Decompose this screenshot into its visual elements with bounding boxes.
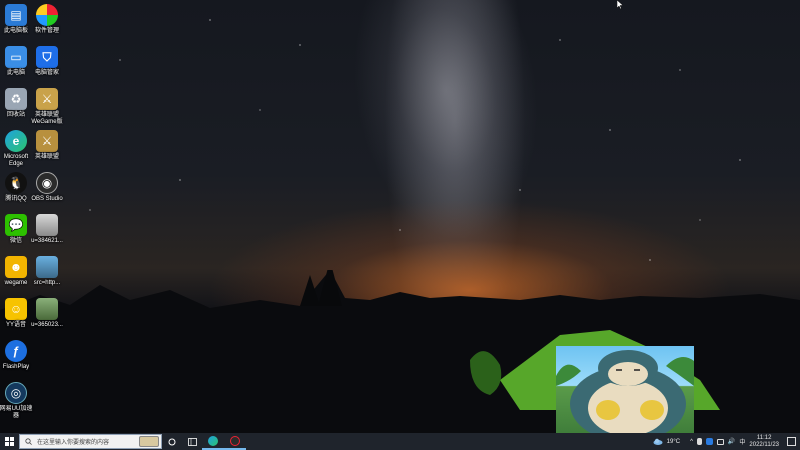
- qq-icon: 🐧: [5, 172, 27, 194]
- security-shield-icon[interactable]: [705, 438, 713, 445]
- mouse-cursor: [617, 0, 623, 9]
- snorlax-illustration: [556, 350, 694, 434]
- taskbar: 在这里输入你要搜索的内容 19°C ^ 🔊 中 11:12 2022/11/23: [0, 433, 800, 450]
- icon-label: u=384621...: [31, 238, 63, 244]
- image-file-icon: [36, 214, 58, 236]
- obs-icon: [230, 435, 240, 446]
- pip-video-overlay[interactable]: [556, 346, 694, 434]
- wegame-icon: ☻: [5, 256, 27, 278]
- start-button[interactable]: [0, 433, 19, 450]
- windows-logo-icon: [5, 437, 14, 446]
- clock-time: 11:12: [756, 434, 772, 441]
- clock-date: 2022/11/23: [749, 441, 779, 448]
- task-view-button[interactable]: [182, 433, 202, 450]
- desktop-icon-lol[interactable]: ⚔ 英雄联盟: [27, 130, 67, 170]
- speaker-icon[interactable]: 🔊: [728, 438, 735, 445]
- system-tray: 19°C ^ 🔊 中 11:12 2022/11/23: [653, 433, 800, 450]
- icon-label: 此电脑: [6, 70, 25, 76]
- control-panel-icon: ▤: [5, 4, 27, 26]
- image-file-icon: [36, 298, 58, 320]
- notification-center-icon[interactable]: [787, 437, 796, 446]
- obs-icon: ◉: [36, 172, 58, 194]
- icon-label: 电脑管家: [34, 70, 59, 76]
- desktop-icon-lol-wegame[interactable]: ⚔ 英雄联盟 WeGame版: [27, 88, 67, 128]
- icon-label: 此电脑板: [3, 28, 28, 34]
- desktop-icon-software-manager[interactable]: 软件管理: [27, 4, 67, 44]
- uu-booster-icon: ◎: [5, 382, 27, 404]
- network-icon[interactable]: [716, 438, 724, 445]
- flash-icon: ƒ: [5, 340, 27, 362]
- desktop-icon-flashplay[interactable]: ƒ FlashPlay: [0, 340, 36, 380]
- icon-label: 英雄联盟: [34, 154, 59, 160]
- weather-cloud-icon[interactable]: [653, 438, 663, 445]
- icon-label: OBS Studio: [31, 196, 63, 202]
- search-icon: [25, 438, 32, 445]
- desktop-icon-image-file-2[interactable]: src=http...: [27, 256, 67, 296]
- wechat-icon: 💬: [5, 214, 27, 236]
- pc-manager-icon: ⛉: [36, 46, 58, 68]
- cortana-icon: [168, 438, 176, 445]
- taskbar-obs[interactable]: [224, 433, 246, 450]
- desktop-icon-pc-manager[interactable]: ⛉ 电脑管家: [27, 46, 67, 86]
- cortana-button[interactable]: [162, 433, 182, 450]
- clock[interactable]: 11:12 2022/11/23: [749, 435, 779, 449]
- search-highlight-icon: [139, 436, 159, 447]
- icon-label: 软件管理: [34, 28, 59, 34]
- show-hidden-icons-chevron-icon[interactable]: ^: [690, 439, 693, 445]
- this-pc-icon: ▭: [5, 46, 27, 68]
- icon-label: u=365023...: [31, 322, 63, 328]
- recycle-bin-icon: ♻: [5, 88, 27, 110]
- icon-label: FlashPlay: [2, 364, 30, 370]
- task-view-icon: [187, 437, 197, 446]
- weather-temperature[interactable]: 19°C: [667, 439, 680, 445]
- desktop-icon-image-file-1[interactable]: u=384621...: [27, 214, 67, 254]
- desktop-icon-image-file-3[interactable]: u=365023...: [27, 298, 67, 338]
- lol-icon: ⚔: [36, 130, 58, 152]
- edge-icon: e: [5, 130, 27, 152]
- search-box[interactable]: 在这里输入你要搜索的内容: [19, 434, 162, 449]
- icon-label: 腾讯QQ: [5, 196, 27, 202]
- icon-label: src=http...: [33, 280, 61, 286]
- icon-label: YY语音: [5, 322, 26, 328]
- software-manager-icon: [36, 4, 58, 26]
- image-file-icon: [36, 256, 58, 278]
- icon-label: wegame: [4, 280, 28, 286]
- edge-icon: [208, 435, 218, 446]
- search-placeholder: 在这里输入你要搜索的内容: [37, 440, 110, 446]
- desktop-icon-uu-booster[interactable]: ◎ 网易UU加速 器: [0, 382, 36, 422]
- lol-wegame-icon: ⚔: [36, 88, 58, 110]
- ime-indicator[interactable]: 中: [739, 437, 745, 446]
- icon-label: 微信: [9, 238, 22, 244]
- icon-label: 回收站: [6, 112, 25, 118]
- icon-label: Microsoft Edge: [3, 154, 29, 167]
- icon-label: 英雄联盟 WeGame版: [31, 112, 63, 125]
- yy-icon: ☺: [5, 298, 27, 320]
- microphone-icon[interactable]: [696, 438, 702, 445]
- icon-label: 网易UU加速 器: [0, 406, 33, 419]
- taskbar-edge[interactable]: [202, 433, 224, 450]
- desktop-icon-obs[interactable]: ◉ OBS Studio: [27, 172, 67, 212]
